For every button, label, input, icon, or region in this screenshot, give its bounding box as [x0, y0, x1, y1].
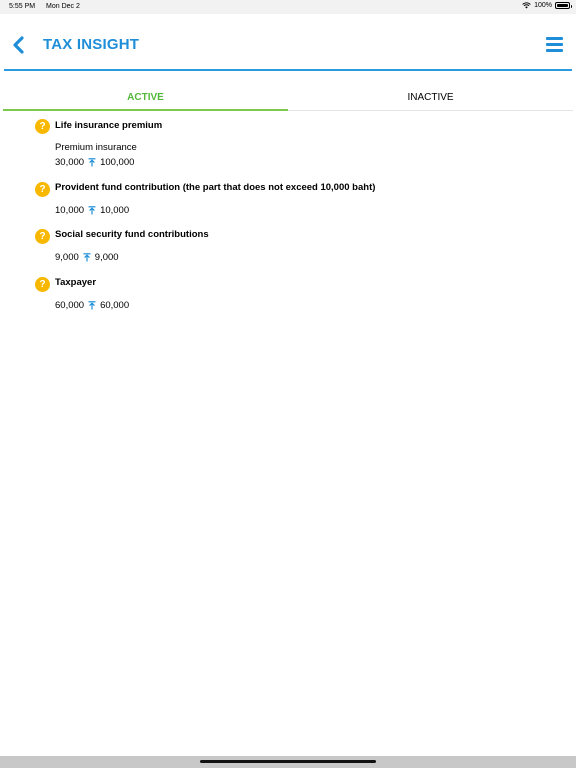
tax-insight-screen: 5:55 PM Mon Dec 2 100% TAX INSIGHT ACTIV…	[0, 0, 576, 768]
list-item: ? Social security fund contributions 9,0…	[0, 229, 576, 277]
hamburger-bar	[546, 49, 563, 52]
battery-percentage: 100%	[534, 2, 552, 9]
bottom-bar	[0, 756, 576, 768]
value-from: 9,000	[55, 252, 79, 263]
arrow-up-to-line-icon	[83, 253, 91, 262]
chevron-left-icon	[13, 36, 24, 54]
item-subtitle: Premium insurance	[55, 142, 137, 153]
home-indicator[interactable]	[200, 760, 376, 763]
help-icon[interactable]: ?	[35, 119, 50, 134]
item-values: 9,000 9,000	[55, 252, 119, 263]
app-header: TAX INSIGHT	[0, 14, 576, 71]
tab-active[interactable]: ACTIVE	[3, 84, 288, 111]
value-to: 60,000	[100, 300, 130, 311]
page-title: TAX INSIGHT	[43, 36, 140, 53]
value-from: 10,000	[55, 205, 85, 216]
hamburger-menu-icon	[546, 37, 563, 40]
arrow-up-to-line-icon	[88, 301, 96, 310]
item-values: 10,000 10,000	[55, 205, 129, 216]
status-left: 5:55 PM Mon Dec 2	[9, 3, 80, 10]
wifi-icon	[522, 2, 531, 9]
menu-button[interactable]	[546, 37, 564, 53]
arrow-up-to-line-icon	[88, 206, 96, 215]
item-title: Life insurance premium	[55, 120, 163, 131]
list-item: ? Provident fund contribution (the part …	[0, 182, 576, 229]
item-values: 60,000 60,000	[55, 300, 129, 311]
status-right: 100%	[522, 2, 572, 9]
header-divider	[4, 69, 572, 71]
tab-inactive[interactable]: INACTIVE	[288, 84, 573, 111]
item-values: 30,000 100,000	[55, 157, 134, 168]
value-from: 60,000	[55, 300, 85, 311]
hamburger-bar	[546, 43, 563, 46]
list-item: ? Taxpayer 60,000 60,000	[0, 277, 576, 325]
help-icon[interactable]: ?	[35, 229, 50, 244]
arrow-up-to-line-icon	[88, 158, 96, 167]
battery-icon	[555, 2, 572, 9]
item-title: Provident fund contribution (the part th…	[55, 182, 376, 193]
value-to: 9,000	[94, 252, 119, 263]
list-item: ? Life insurance premium Premium insuran…	[0, 111, 576, 182]
status-time: 5:55 PM	[9, 3, 36, 10]
item-title: Taxpayer	[55, 277, 97, 288]
status-date: Mon Dec 2	[46, 3, 80, 10]
item-title: Social security fund contributions	[55, 229, 209, 240]
deduction-list: ? Life insurance premium Premium insuran…	[0, 111, 576, 325]
back-button[interactable]	[10, 34, 30, 56]
value-to: 100,000	[100, 157, 135, 168]
help-icon[interactable]: ?	[35, 182, 50, 197]
value-from: 30,000	[55, 157, 85, 168]
value-to: 10,000	[100, 205, 130, 216]
help-icon[interactable]: ?	[35, 277, 50, 292]
status-bar: 5:55 PM Mon Dec 2 100%	[0, 0, 576, 14]
tab-bar: ACTIVE INACTIVE	[3, 84, 573, 111]
